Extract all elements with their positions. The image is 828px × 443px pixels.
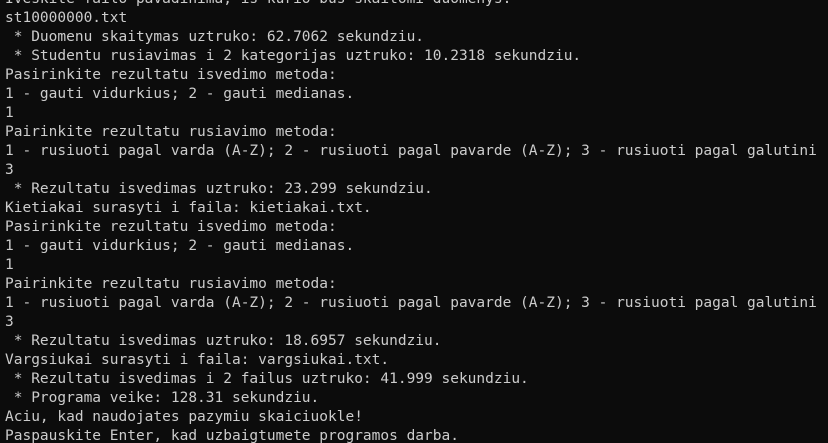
output-line-prompt-sort-method: Pairinkite rezultatu rusiavimo metoda:	[5, 276, 337, 292]
output-line-output-options: 1 - gauti vidurkius; 2 - gauti medianas.	[5, 86, 355, 102]
output-line-prompt-output-method: Pasirinkite rezultatu isvedimo metoda:	[5, 67, 337, 83]
terminal-window[interactable]: Iveskite failo pavadinima, is kurio bus …	[0, 0, 828, 443]
output-line-sort-options: 1 - rusiuoti pagal varda (A-Z); 2 - rusi…	[5, 295, 817, 311]
output-line-prompt-sort-method: Pairinkite rezultatu rusiavimo metoda:	[5, 124, 337, 140]
output-line-thanks: Aciu, kad naudojates pazymiu skaiciuokle…	[5, 409, 363, 425]
output-line-two-files-time: * Rezultatu isvedimas i 2 failus uztruko…	[5, 371, 529, 387]
output-line-input-choice: 1	[5, 257, 14, 273]
terminal-output: Iveskite failo pavadinima, is kurio bus …	[5, 0, 817, 443]
output-line-prompt-output-method: Pasirinkite rezultatu isvedimo metoda:	[5, 219, 337, 235]
output-line-output-time: * Rezultatu isvedimas uztruko: 23.299 se…	[5, 181, 433, 197]
output-line-output-time: * Rezultatu isvedimas uztruko: 18.6957 s…	[5, 333, 442, 349]
output-line-total-time: * Programa veike: 128.31 sekundziu.	[5, 390, 320, 406]
output-line-input-choice: 3	[5, 162, 14, 178]
output-line-kietiakai-saved: Kietiakai surasyti i faila: kietiakai.tx…	[5, 200, 372, 216]
output-line-input-filename: st10000000.txt	[5, 10, 128, 26]
output-line-input-choice: 3	[5, 314, 14, 330]
output-line-press-enter: Paspauskite Enter, kad uzbaigtumete prog…	[5, 428, 459, 443]
output-line-output-options: 1 - gauti vidurkius; 2 - gauti medianas.	[5, 238, 355, 254]
output-line-vargsiukai-saved: Vargsiukai surasyti i faila: vargsiukai.…	[5, 352, 390, 368]
output-line-prompt-filename: Iveskite failo pavadinima, is kurio bus …	[5, 0, 817, 9]
output-line-read-time: * Duomenu skaitymas uztruko: 62.7062 sek…	[5, 29, 425, 45]
output-line-sort-time: * Studentu rusiavimas i 2 kategorijas uz…	[5, 48, 582, 64]
output-line-sort-options: 1 - rusiuoti pagal varda (A-Z); 2 - rusi…	[5, 143, 817, 159]
output-line-input-choice: 1	[5, 105, 14, 121]
